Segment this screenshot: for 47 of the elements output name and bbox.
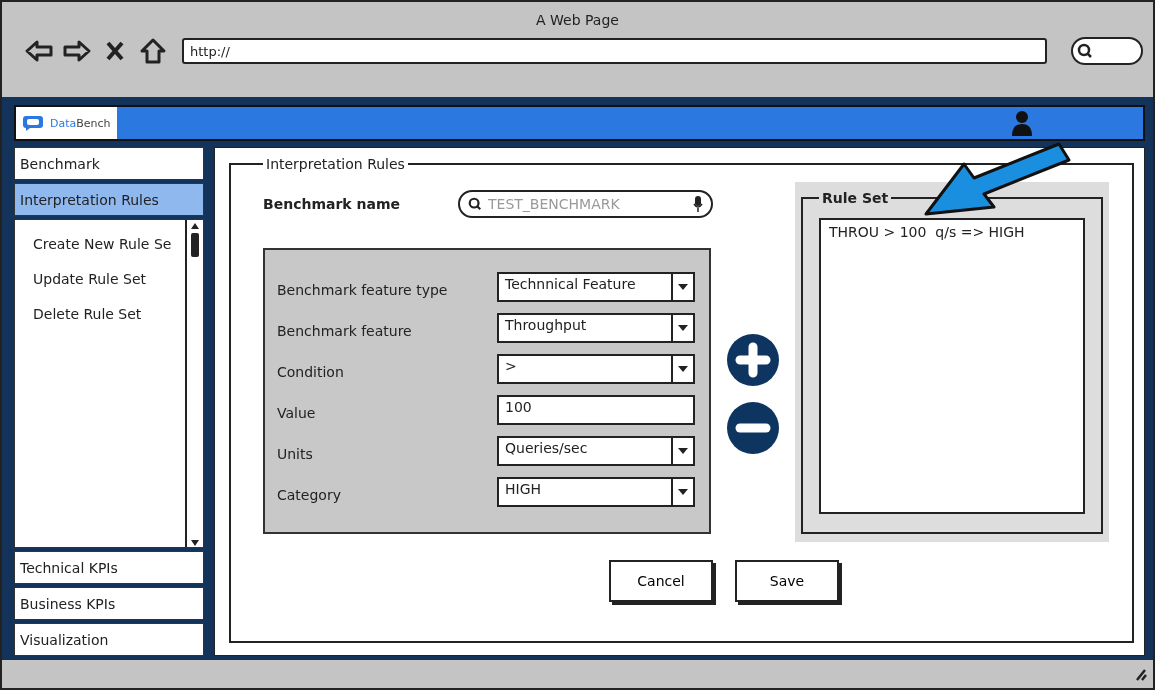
scroll-up-icon[interactable] bbox=[190, 222, 200, 230]
caret-icon bbox=[678, 366, 688, 372]
caret-icon bbox=[678, 284, 688, 290]
caret-icon bbox=[678, 489, 688, 495]
submenu-item[interactable]: Update Rule Set bbox=[15, 261, 185, 296]
sidebar-item[interactable]: Business KPIs bbox=[14, 587, 204, 620]
caret-icon bbox=[678, 325, 688, 331]
remove-icon[interactable] bbox=[727, 402, 779, 454]
field-label: Units bbox=[277, 445, 313, 462]
input-field[interactable]: 100 bbox=[497, 395, 695, 425]
scroll-down-icon[interactable] bbox=[190, 539, 200, 547]
field-label: Benchmark feature type bbox=[277, 281, 448, 298]
field-label: Benchmark feature bbox=[277, 322, 412, 339]
window-title: A Web Page bbox=[536, 12, 619, 28]
submenu-item[interactable]: Delete Rule Set bbox=[15, 296, 185, 331]
search-bar[interactable]: TEST_BENCHMARK bbox=[458, 190, 713, 218]
user-icon[interactable] bbox=[1011, 110, 1033, 136]
search-icon bbox=[1077, 43, 1093, 59]
brand-name: DataBench bbox=[50, 116, 111, 130]
rule-set-title: Rule Set bbox=[821, 190, 890, 206]
microphone-icon[interactable] bbox=[693, 196, 703, 212]
field-label: Category bbox=[277, 486, 341, 503]
dropdown[interactable]: Throughput bbox=[497, 313, 695, 343]
search-field[interactable] bbox=[1071, 37, 1143, 65]
dropdown[interactable]: Technnical Feature bbox=[497, 272, 695, 302]
action-button[interactable]: Save bbox=[735, 560, 839, 602]
home-icon[interactable] bbox=[138, 36, 168, 66]
chat-logo-icon bbox=[22, 115, 44, 131]
caret-icon bbox=[678, 448, 688, 454]
action-button[interactable]: Cancel bbox=[609, 560, 713, 602]
sidebar-item[interactable]: Visualization bbox=[14, 623, 204, 656]
dropdown[interactable]: Queries/sec bbox=[497, 436, 695, 466]
scroll-thumb[interactable] bbox=[191, 233, 199, 257]
rule-item[interactable]: THROU > 100 q/s => HIGH bbox=[829, 224, 1075, 240]
panel-title: Interpretation Rules bbox=[265, 156, 406, 172]
field-label: Condition bbox=[277, 363, 344, 380]
submenu-item[interactable]: Create New Rule Se bbox=[15, 226, 185, 261]
dropdown[interactable]: HIGH bbox=[497, 477, 695, 507]
add-icon[interactable] bbox=[727, 334, 779, 386]
url-field[interactable]: http:// bbox=[182, 38, 1047, 64]
sidebar-item[interactable]: Interpretation Rules bbox=[14, 183, 204, 216]
field-label: Benchmark name bbox=[263, 196, 402, 212]
sidebar-item[interactable]: Technical KPIs bbox=[14, 551, 204, 584]
field-label: Value bbox=[277, 404, 316, 421]
sidebar-item[interactable]: Benchmark bbox=[14, 147, 204, 180]
dropdown[interactable]: > bbox=[497, 354, 695, 384]
search-icon bbox=[468, 197, 482, 211]
